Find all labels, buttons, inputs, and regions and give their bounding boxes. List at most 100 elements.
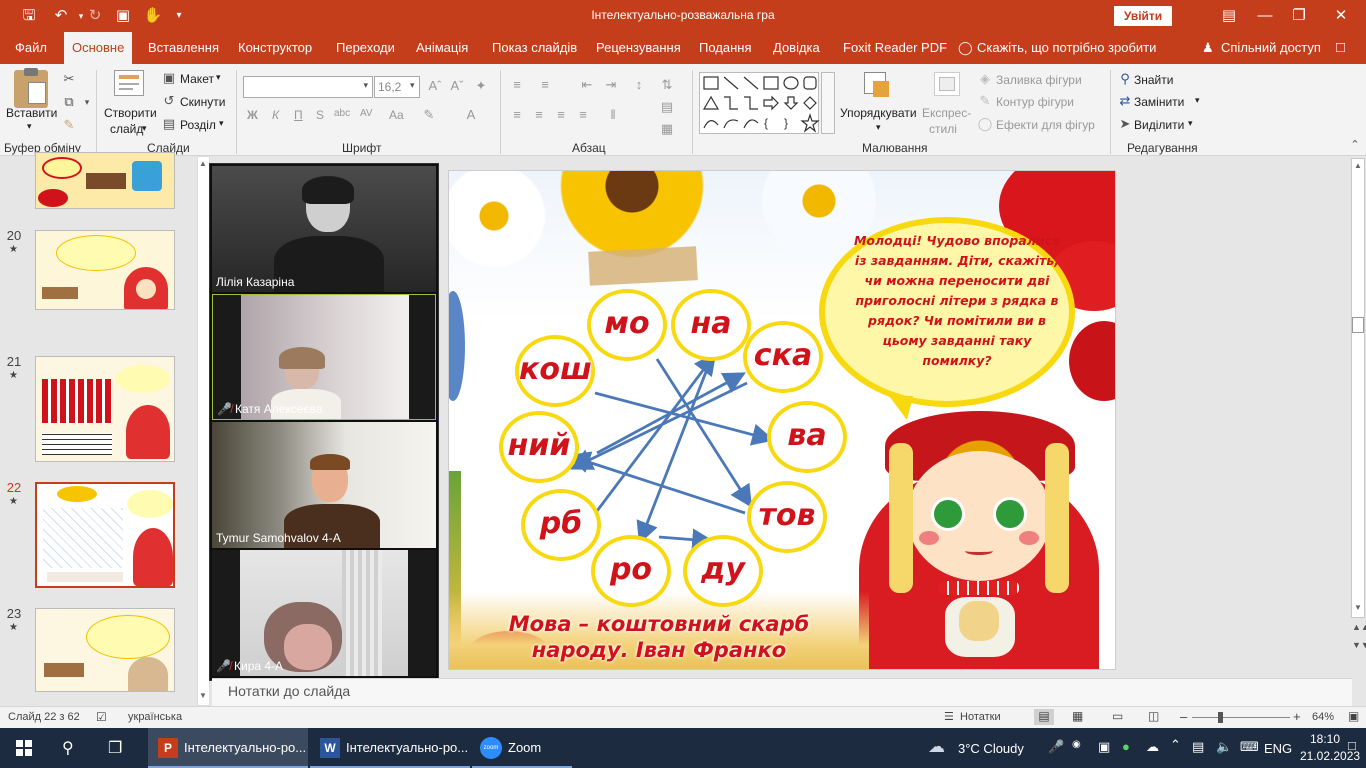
tab-insert[interactable]: Вставлення (148, 32, 219, 64)
zoom-level[interactable]: 64% (1312, 711, 1334, 723)
slide-sorter-icon[interactable]: ▦ (1072, 709, 1083, 723)
syllable-circle[interactable]: ро (591, 535, 671, 607)
slide-thumbnail-19[interactable] (35, 152, 175, 209)
tab-file[interactable]: Файл (15, 32, 47, 64)
collapse-ribbon-icon[interactable]: ⌃ (1346, 136, 1364, 154)
new-slide-icon[interactable] (114, 70, 144, 96)
smartart-icon[interactable]: ▦ (658, 120, 676, 138)
tab-slideshow[interactable]: Показ слайдів (492, 32, 577, 64)
tab-transitions[interactable]: Переходи (336, 32, 395, 64)
spellcheck-icon[interactable]: ☑ (96, 710, 107, 724)
select-button[interactable]: Виділити (1134, 118, 1184, 132)
taskbar-app-powerpoint[interactable]: P Інтелектуально-ро... (148, 728, 308, 768)
quick-styles-label[interactable]: стилі (929, 122, 957, 136)
spacing-button[interactable]: AV (360, 108, 373, 119)
slideshow-view-icon[interactable]: ◫ (1148, 709, 1159, 723)
tray-app-icon[interactable]: ▣ (1098, 739, 1110, 755)
share-icon[interactable]: ♟ (1202, 32, 1214, 64)
select-icon[interactable]: ➤ (1116, 115, 1134, 133)
quick-styles-button[interactable]: Експрес- (922, 106, 971, 120)
paste-icon[interactable] (14, 68, 48, 108)
scroll-up-icon[interactable]: ▲ (1354, 161, 1362, 170)
tab-review[interactable]: Рецензування (596, 32, 681, 64)
video-tile-kyra[interactable]: 🎤̸ Кира 4-А (212, 550, 436, 676)
copy-icon[interactable]: ⧉ (60, 93, 78, 111)
copy-dropdown-icon[interactable]: ▾ (78, 93, 96, 111)
layout-icon[interactable]: ▣ (160, 69, 178, 87)
new-slide-button[interactable]: Створити (104, 106, 157, 120)
shape-effects-icon[interactable]: ◯ (976, 115, 994, 133)
justify-icon[interactable]: ≡ (574, 106, 592, 124)
tray-app-icon[interactable]: ● (1122, 739, 1130, 754)
clock-time[interactable]: 18:10 (1310, 732, 1340, 746)
format-painter-icon[interactable]: ✎ (60, 116, 78, 134)
video-tile-liliia[interactable]: Лілія Казаріна (212, 166, 436, 292)
shapes-gallery-scroll[interactable] (821, 72, 835, 134)
tab-foxit[interactable]: Foxit Reader PDF (843, 32, 947, 64)
video-tile-katia-active-speaker[interactable]: 🎤̸ Катя Алексеєва (212, 294, 436, 420)
strike-button[interactable]: S (316, 108, 324, 122)
section-button[interactable]: Розділ (180, 118, 216, 132)
weather-text[interactable]: 3°C Cloudy (958, 741, 1024, 756)
underline-button[interactable]: П (294, 108, 303, 122)
taskbar-app-word[interactable]: W Інтелектуально-ро... (310, 728, 470, 768)
notes-toggle[interactable]: Нотатки (960, 711, 1001, 723)
align-right-icon[interactable]: ≡ (552, 106, 570, 124)
select-dropdown-icon[interactable]: ▾ (1188, 118, 1193, 129)
replace-dropdown-icon[interactable]: ▾ (1195, 95, 1200, 106)
shape-fill-button[interactable]: Заливка фігури (996, 73, 1082, 87)
slide-scrollbar[interactable]: ▲ ▼ (1351, 158, 1365, 618)
font-size-dropdown-icon[interactable]: ▾ (410, 80, 415, 91)
slide-thumbnail-23[interactable] (35, 608, 175, 692)
comments-icon[interactable]: □ (1336, 32, 1345, 64)
zoom-slider[interactable] (1192, 717, 1290, 718)
tab-view[interactable]: Подання (699, 32, 752, 64)
shape-outline-button[interactable]: Контур фігури (996, 95, 1074, 109)
syllable-circle[interactable]: рб (521, 489, 601, 561)
find-icon[interactable]: ⚲ (1116, 70, 1134, 88)
decrease-indent-icon[interactable]: ⇤ (578, 76, 596, 94)
notes-toggle-icon[interactable]: ☰ (944, 710, 954, 723)
reset-icon[interactable]: ↺ (160, 92, 178, 110)
case-button[interactable]: Aa (389, 108, 404, 122)
arrange-icon[interactable] (864, 72, 889, 97)
bold-button[interactable]: Ж (247, 108, 258, 122)
signin-button[interactable]: Увійти (1114, 6, 1172, 26)
syllable-circle[interactable]: кош (515, 335, 595, 407)
section-dropdown-icon[interactable]: ▾ (219, 118, 224, 129)
layout-button[interactable]: Макет (180, 72, 214, 86)
shadow-button[interactable]: abc (334, 108, 350, 119)
zoom-slider-thumb[interactable] (1218, 712, 1223, 723)
columns-icon[interactable]: ‖ (604, 106, 622, 124)
previous-slide-icon[interactable]: ▲▲ (1352, 622, 1366, 632)
share-button[interactable]: Спільний доступ (1221, 32, 1321, 64)
taskbar-app-zoom[interactable]: zoom Zoom (472, 728, 572, 768)
quick-styles-icon[interactable] (934, 72, 960, 96)
bullets-icon[interactable]: ≡ (508, 76, 526, 94)
arrange-dropdown-icon[interactable]: ▾ (876, 122, 881, 133)
shape-outline-icon[interactable]: ✎ (976, 92, 994, 110)
microphone-icon[interactable]: 🎤 (1048, 739, 1064, 755)
notes-pane[interactable]: Нотатки до слайда (212, 678, 1352, 706)
replace-icon[interactable]: ⇄ (1116, 92, 1134, 110)
reset-button[interactable]: Скинути (180, 95, 225, 109)
zoom-tray-icon[interactable]: ◉ (1072, 739, 1081, 750)
font-color-icon[interactable]: A (462, 106, 480, 124)
network-icon[interactable]: ▤ (1192, 739, 1204, 755)
notifications-icon[interactable]: □ (1348, 738, 1356, 753)
next-slide-icon[interactable]: ▼▼ (1352, 640, 1366, 650)
shapes-gallery[interactable]: { } (699, 72, 820, 134)
align-left-icon[interactable]: ≡ (508, 106, 526, 124)
zoom-out-button[interactable]: – (1180, 709, 1187, 724)
keyboard-icon[interactable]: ⌨ (1240, 739, 1259, 755)
scroll-down-icon[interactable]: ▼ (1354, 603, 1362, 612)
paste-button[interactable]: Вставити (6, 106, 57, 120)
increase-indent-icon[interactable]: ⇥ (602, 76, 620, 94)
ribbon-display-icon[interactable]: ▤ (1218, 6, 1240, 26)
search-icon[interactable]: ⚲ (62, 738, 74, 758)
shape-fill-icon[interactable]: ◈ (976, 70, 994, 88)
task-view-icon[interactable]: ❐ (108, 738, 122, 758)
show-hidden-icons[interactable]: ⌃ (1170, 737, 1181, 753)
scroll-down-icon[interactable]: ▼ (199, 691, 207, 700)
new-slide-label[interactable]: слайд (110, 122, 143, 136)
